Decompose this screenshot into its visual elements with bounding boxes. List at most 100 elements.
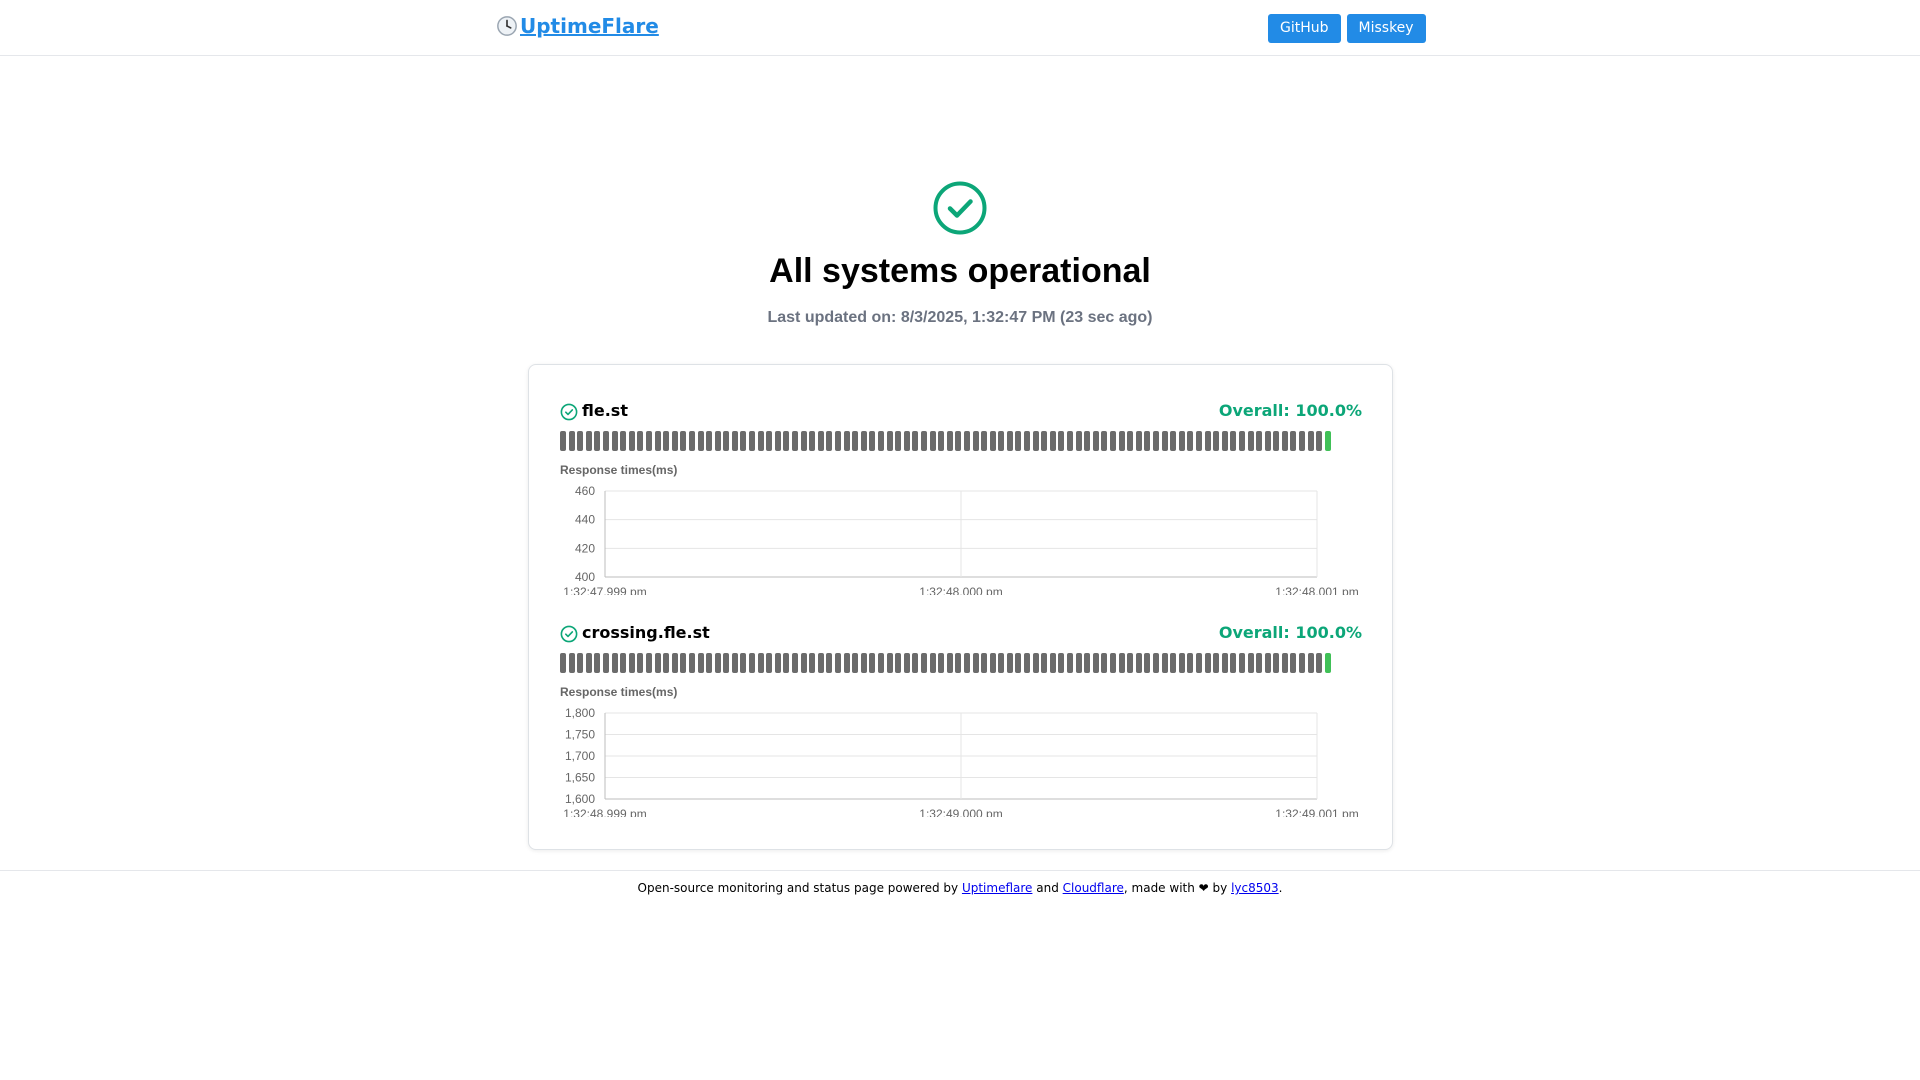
uptime-bar[interactable] [938, 431, 945, 451]
uptime-bar[interactable] [972, 431, 979, 451]
author-link[interactable]: lyc8503 [1231, 881, 1279, 895]
uptime-bar[interactable] [852, 431, 859, 451]
uptime-bar[interactable] [1281, 653, 1288, 673]
uptime-bar[interactable] [1067, 653, 1074, 673]
uptime-bar[interactable] [1273, 653, 1280, 673]
uptime-bar[interactable] [929, 431, 936, 451]
uptime-bar[interactable] [1247, 431, 1254, 451]
uptime-bar[interactable] [1135, 431, 1142, 451]
uptime-bar[interactable] [663, 653, 670, 673]
uptime-bar[interactable] [835, 653, 841, 673]
uptime-bar[interactable] [757, 431, 764, 451]
uptime-bar[interactable] [1170, 653, 1177, 673]
uptime-bar[interactable] [611, 431, 618, 451]
uptime-bar[interactable] [912, 431, 919, 451]
github-button[interactable]: GitHub [1268, 14, 1341, 43]
brand-name[interactable]: UptimeFlare [520, 14, 659, 38]
uptime-bar[interactable] [1178, 431, 1185, 451]
uptime-bar[interactable] [963, 653, 970, 673]
uptime-bar[interactable] [697, 431, 704, 451]
uptime-bar[interactable] [628, 653, 635, 673]
uptime-bar[interactable] [981, 431, 988, 451]
uptime-bar[interactable] [740, 431, 747, 451]
uptime-bar[interactable] [577, 431, 584, 451]
uptime-bar[interactable] [843, 431, 850, 451]
uptime-bar[interactable] [963, 431, 970, 451]
uptime-bar[interactable] [903, 653, 910, 673]
uptime-bar[interactable] [1230, 431, 1237, 451]
uptime-bar[interactable] [740, 653, 747, 673]
uptime-bar[interactable] [1204, 653, 1211, 673]
uptime-bar[interactable] [1195, 431, 1202, 451]
uptime-bar[interactable] [946, 653, 953, 673]
uptime-bar[interactable] [731, 653, 738, 673]
uptime-bar[interactable] [1127, 653, 1134, 673]
uptime-bar[interactable] [1006, 431, 1013, 451]
uptime-bar[interactable] [792, 653, 799, 673]
uptime-bar[interactable] [989, 653, 996, 673]
uptime-bar[interactable] [568, 653, 575, 673]
uptime-bar[interactable] [1221, 653, 1228, 673]
uptime-bar[interactable] [1307, 653, 1314, 673]
uptime-bar[interactable] [1264, 653, 1271, 673]
uptime-bar[interactable] [602, 431, 609, 451]
uptime-bar[interactable] [1316, 653, 1323, 673]
uptime-bar[interactable] [877, 431, 884, 451]
uptime-bar[interactable] [1092, 431, 1099, 451]
uptime-bar[interactable] [1024, 431, 1031, 451]
uptimeflare-link[interactable]: Uptimeflare [962, 881, 1032, 895]
uptime-bar[interactable] [1230, 653, 1237, 673]
uptime-bar[interactable] [972, 653, 979, 673]
uptime-bar[interactable] [1015, 431, 1022, 451]
uptime-bar[interactable] [1187, 653, 1194, 673]
uptime-bar[interactable] [1170, 431, 1177, 451]
uptime-bar[interactable] [1290, 431, 1297, 451]
uptime-bar[interactable] [1032, 431, 1039, 451]
uptime-bar[interactable] [912, 653, 919, 673]
uptime-bar[interactable] [706, 431, 713, 451]
uptime-bar[interactable] [594, 653, 601, 673]
uptime-bar[interactable] [1213, 431, 1220, 451]
uptime-bar[interactable] [611, 653, 618, 673]
uptime-bar[interactable] [835, 431, 841, 451]
uptime-bar[interactable] [1006, 653, 1013, 673]
uptime-bar[interactable] [998, 653, 1005, 673]
uptime-bar[interactable] [938, 653, 945, 673]
uptime-bar[interactable] [654, 653, 661, 673]
uptime-bar[interactable] [998, 431, 1005, 451]
uptime-bar[interactable] [663, 431, 670, 451]
uptime-bar[interactable] [1101, 431, 1108, 451]
uptime-bar[interactable] [1152, 431, 1159, 451]
uptime-bar[interactable] [645, 653, 652, 673]
uptime-bar[interactable] [774, 431, 781, 451]
uptime-bar[interactable] [1049, 431, 1056, 451]
uptime-bar[interactable] [1204, 431, 1211, 451]
uptime-bar[interactable] [1024, 653, 1031, 673]
brand-link[interactable]: UptimeFlare [496, 14, 659, 38]
uptime-bar[interactable] [1075, 431, 1082, 451]
uptime-bar[interactable] [843, 653, 850, 673]
uptime-bar[interactable] [723, 431, 730, 451]
uptime-bar[interactable] [749, 431, 756, 451]
uptime-bar[interactable] [1316, 431, 1323, 451]
uptime-bar[interactable] [568, 431, 575, 451]
uptime-bar[interactable] [1110, 653, 1116, 673]
uptime-bar[interactable] [946, 431, 953, 451]
uptime-bar[interactable] [1221, 431, 1228, 451]
uptime-bar[interactable] [1178, 653, 1185, 673]
uptime-bar[interactable] [989, 431, 996, 451]
uptime-bar[interactable] [860, 431, 867, 451]
uptime-bar[interactable] [1264, 431, 1271, 451]
uptime-bar[interactable] [766, 653, 773, 673]
uptime-bar[interactable] [774, 653, 781, 673]
uptime-bar[interactable] [637, 653, 644, 673]
uptime-bar[interactable] [1187, 431, 1194, 451]
uptime-bar[interactable] [1118, 653, 1125, 673]
uptime-bar[interactable] [1015, 653, 1022, 673]
uptime-bar[interactable] [628, 431, 635, 451]
uptime-bar[interactable] [594, 431, 601, 451]
uptime-bar[interactable] [955, 653, 962, 673]
uptime-bar[interactable] [1049, 653, 1056, 673]
uptime-bar[interactable] [792, 431, 799, 451]
uptime-bar[interactable] [1032, 653, 1039, 673]
